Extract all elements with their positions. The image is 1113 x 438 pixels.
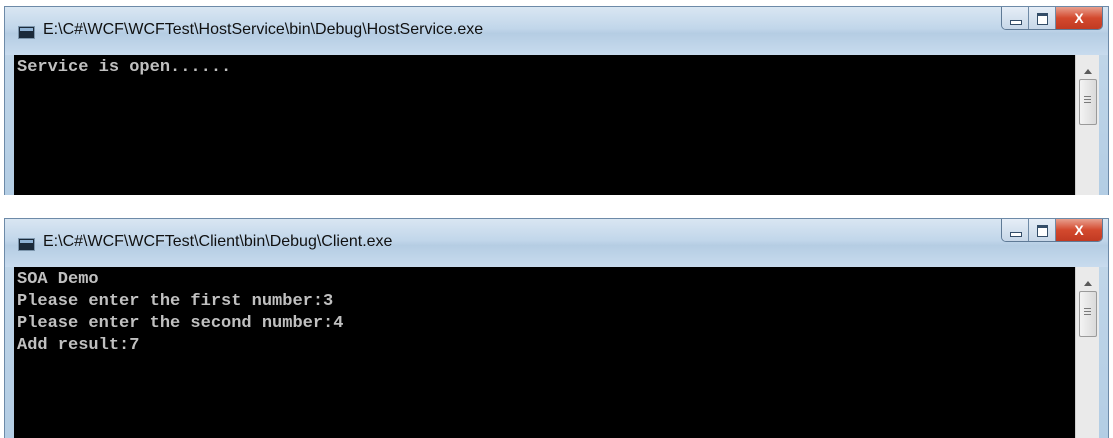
minimize-icon [1010, 232, 1022, 237]
minimize-button[interactable] [1002, 219, 1029, 241]
close-button[interactable]: X [1056, 219, 1102, 241]
scroll-thumb[interactable] [1079, 291, 1097, 337]
console-output[interactable]: Service is open...... [14, 55, 1075, 195]
host-service-window[interactable]: E:\C#\WCF\WCFTest\HostService\bin\Debug\… [4, 6, 1109, 195]
caption-buttons: X [1001, 7, 1103, 30]
window-title: E:\C#\WCF\WCFTest\Client\bin\Debug\Clien… [43, 233, 393, 250]
title-bar[interactable]: E:\C#\WCF\WCFTest\Client\bin\Debug\Clien… [5, 219, 1108, 267]
title-bar[interactable]: E:\C#\WCF\WCFTest\HostService\bin\Debug\… [5, 7, 1108, 55]
console-line: Service is open...... [17, 58, 232, 77]
maximize-icon [1037, 225, 1048, 237]
console-line: Please enter the first number:3 [17, 292, 334, 311]
console-output[interactable]: SOA Demo Please enter the first number:3… [14, 267, 1075, 438]
scroll-up-arrow-icon[interactable] [1083, 281, 1092, 286]
maximize-button[interactable] [1029, 7, 1056, 29]
close-icon: X [1074, 222, 1084, 238]
minimize-icon [1010, 20, 1022, 25]
close-button[interactable]: X [1056, 7, 1102, 29]
console-line: Please enter the second number:4 [17, 314, 344, 333]
scroll-thumb-grip-icon [1084, 308, 1091, 317]
vertical-scrollbar[interactable] [1075, 55, 1099, 195]
scroll-up-arrow-icon[interactable] [1083, 69, 1092, 74]
console-app-icon[interactable] [18, 26, 35, 39]
vertical-scrollbar[interactable] [1075, 267, 1099, 438]
minimize-button[interactable] [1002, 7, 1029, 29]
scroll-thumb-grip-icon [1084, 96, 1091, 105]
console-line: Add result:7 [17, 336, 140, 355]
maximize-icon [1037, 13, 1048, 25]
console-line: SOA Demo [17, 270, 99, 289]
caption-buttons: X [1001, 219, 1103, 242]
close-icon: X [1074, 10, 1084, 26]
scroll-thumb[interactable] [1079, 79, 1097, 125]
window-title: E:\C#\WCF\WCFTest\HostService\bin\Debug\… [43, 21, 484, 38]
console-app-icon[interactable] [18, 238, 35, 251]
client-window[interactable]: E:\C#\WCF\WCFTest\Client\bin\Debug\Clien… [4, 218, 1109, 438]
maximize-button[interactable] [1029, 219, 1056, 241]
